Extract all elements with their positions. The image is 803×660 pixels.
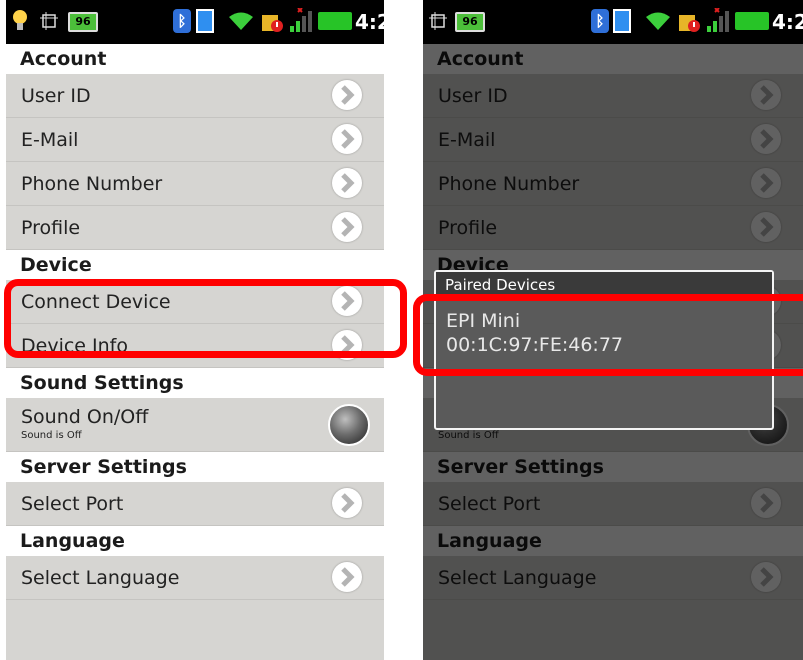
- item-label: Select Language: [21, 567, 180, 589]
- item-label: Phone Number: [21, 173, 163, 195]
- settings-item-select-port[interactable]: Select Port: [6, 482, 384, 526]
- section-header-device: Device: [6, 250, 384, 280]
- lightbulb-icon: [12, 9, 28, 33]
- item-label: E-Mail: [21, 129, 79, 151]
- section-header-server: Server Settings: [6, 452, 384, 482]
- chevron-right-icon: [332, 562, 362, 592]
- settings-item-select-language[interactable]: Select Language: [6, 556, 384, 600]
- clock: 4:22: [355, 10, 384, 34]
- item-label: Select Port: [21, 493, 124, 515]
- signal-icon: [705, 8, 733, 33]
- section-header-sound: Sound Settings: [6, 368, 384, 398]
- screenshot-icon: [40, 9, 58, 33]
- bluetooth-icon: ᛒ: [173, 9, 191, 33]
- wifi-icon: [228, 9, 254, 33]
- chevron-right-icon: [332, 124, 362, 154]
- settings-item-user-id[interactable]: User ID: [6, 74, 384, 118]
- bluetooth-icon: ᛒ: [591, 9, 609, 33]
- highlight-annotation-paired-device: [413, 294, 803, 376]
- section-header-account: Account: [6, 44, 384, 74]
- chevron-right-icon: [332, 488, 362, 518]
- sim-warning-icon: [260, 9, 284, 33]
- status-bar: 96 ᛒ 4:29: [423, 0, 803, 44]
- battery-icon: [318, 9, 352, 33]
- vibrate-icon: [613, 9, 631, 33]
- status-bar: 96 ᛒ 4:22: [6, 0, 384, 44]
- sim-warning-icon: [677, 9, 701, 33]
- battery-badge-icon: 96: [455, 12, 485, 32]
- settings-item-sound-toggle[interactable]: Sound On/Off Sound is Off: [6, 398, 384, 452]
- settings-item-profile[interactable]: Profile: [6, 206, 384, 250]
- wifi-icon: [645, 9, 671, 33]
- battery-badge-icon: 96: [68, 12, 98, 32]
- chevron-right-icon: [332, 80, 362, 110]
- item-label: User ID: [21, 85, 91, 107]
- chevron-right-icon: [332, 212, 362, 242]
- screenshot-icon: [429, 9, 447, 33]
- chevron-right-icon: [332, 168, 362, 198]
- clock: 4:29: [772, 10, 803, 34]
- item-label: Sound On/Off: [21, 406, 149, 428]
- vibrate-icon: [196, 9, 214, 33]
- battery-icon: [735, 9, 769, 33]
- item-subtitle: Sound is Off: [21, 430, 82, 441]
- item-label: Profile: [21, 217, 81, 239]
- section-header-language: Language: [6, 526, 384, 556]
- toggle-off-icon[interactable]: [328, 404, 370, 446]
- highlight-annotation-connect-device: [4, 279, 407, 358]
- settings-item-email[interactable]: E-Mail: [6, 118, 384, 162]
- signal-icon: [288, 8, 316, 33]
- settings-item-phone-number[interactable]: Phone Number: [6, 162, 384, 206]
